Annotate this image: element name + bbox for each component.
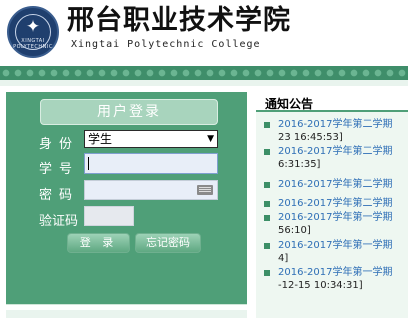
- decorative-band: [0, 66, 408, 80]
- site-header: ✦ XINGTAI POLYTECHNIC 邢台职业技术学院 Xingtai P…: [0, 0, 408, 66]
- password-input[interactable]: [84, 180, 218, 200]
- decorative-strip: [0, 80, 408, 86]
- login-panel: 用户登录 身份 学生 ▼ 学号 密码 验证码 登 录 忘记密码: [6, 92, 247, 304]
- keyboard-icon[interactable]: [197, 185, 213, 195]
- username-input[interactable]: [84, 153, 218, 174]
- captcha-input[interactable]: [84, 206, 134, 226]
- login-panel-title: 用户登录: [40, 99, 218, 125]
- notice-header: 通知公告: [256, 92, 408, 112]
- dropdown-arrow-icon: ▼: [207, 134, 214, 144]
- bullet-icon: [264, 215, 270, 221]
- notice-item-time: 56:10]: [278, 225, 311, 236]
- bullet-icon: [264, 149, 270, 155]
- notice-item-title[interactable]: 2016-2017学年第二学期: [278, 118, 393, 131]
- bullet-icon: [264, 201, 270, 207]
- forgot-password-button[interactable]: 忘记密码: [135, 233, 201, 253]
- notice-panel: 通知公告 2016-2017学年第二学期 23 16:45:53] 2016-2…: [256, 92, 408, 318]
- notice-item-title[interactable]: 2016-2017学年第一学期: [278, 266, 393, 279]
- college-name-en: Xingtai Polytechnic College: [71, 39, 261, 50]
- notice-item-title[interactable]: 2016-2017学年第一学期: [278, 239, 393, 252]
- notice-item-title[interactable]: 2016-2017学年第一学期: [278, 211, 393, 224]
- password-label: 密码: [39, 188, 80, 203]
- bullet-icon: [264, 182, 270, 188]
- notice-item-title[interactable]: 2016-2017学年第二学期: [278, 197, 393, 210]
- notice-item-time: 6:31:35]: [278, 159, 321, 170]
- bullet-icon: [264, 270, 270, 276]
- notice-item-title[interactable]: 2016-2017学年第二学期: [278, 178, 393, 191]
- logo-text: XINGTAI POLYTECHNIC: [13, 38, 53, 50]
- identity-select[interactable]: 学生 ▼: [84, 130, 218, 148]
- identity-selected-value: 学生: [88, 132, 113, 146]
- notice-item-time: 4]: [278, 253, 289, 264]
- footer-strip: [6, 310, 247, 318]
- bullet-icon: [264, 122, 270, 128]
- bullet-icon: [264, 243, 270, 249]
- identity-label: 身份: [39, 137, 80, 152]
- captcha-label: 验证码: [39, 214, 79, 229]
- logo-emblem-icon: ✦: [25, 17, 41, 37]
- notice-item-title[interactable]: 2016-2017学年第二学期: [278, 145, 393, 158]
- college-logo: ✦ XINGTAI POLYTECHNIC: [7, 6, 59, 58]
- username-label: 学号: [39, 162, 80, 177]
- login-button[interactable]: 登 录: [67, 233, 130, 253]
- notice-item-time: 23 16:45:53]: [278, 132, 343, 143]
- text-cursor: [88, 157, 89, 170]
- notice-item-time: -12-15 10:34:31]: [278, 280, 363, 291]
- notice-title: 通知公告: [265, 97, 314, 111]
- college-name: 邢台职业技术学院: [67, 5, 291, 36]
